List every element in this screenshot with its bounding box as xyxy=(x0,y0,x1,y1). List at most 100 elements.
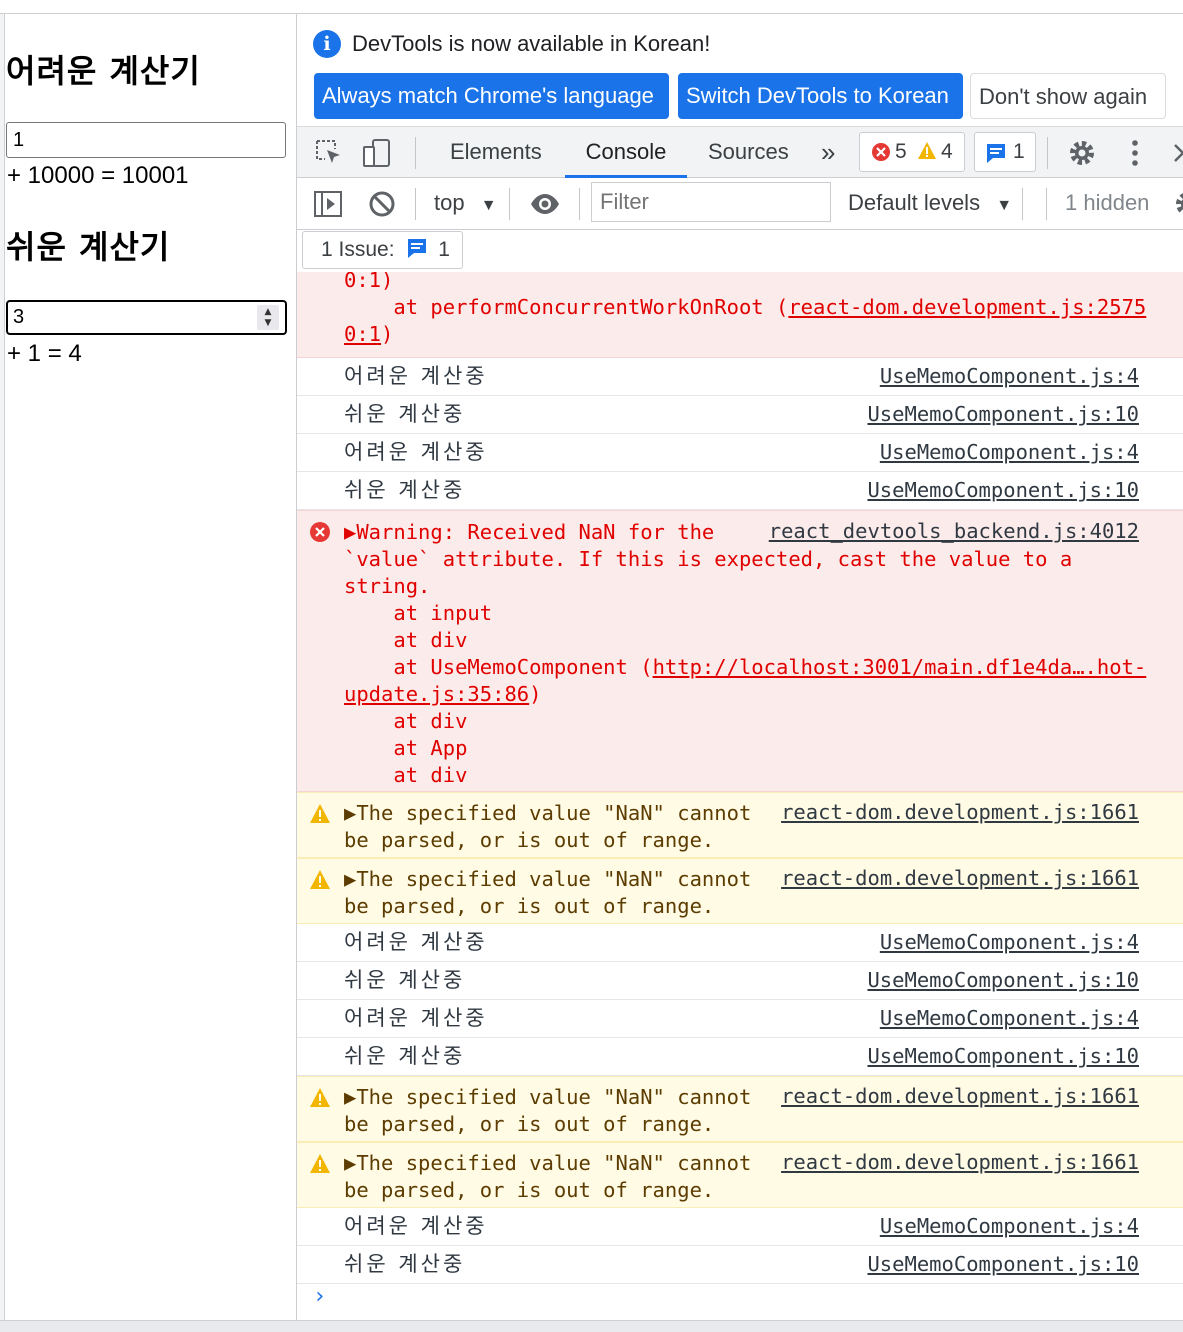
context-selector[interactable]: top ▼ xyxy=(434,178,497,231)
console-warning-row[interactable]: ▶The specified value "NaN" cannot be par… xyxy=(297,792,1183,858)
warning-message: ▶The specified value "NaN" cannot be par… xyxy=(344,1085,752,1136)
sidebar-toggle-icon[interactable] xyxy=(312,188,344,220)
source-link[interactable]: react-dom.development.js:1661 xyxy=(781,866,1139,890)
tab-elements[interactable]: Elements xyxy=(450,127,542,178)
devtools-panel: i DevTools is now available in Korean! A… xyxy=(296,14,1183,1320)
source-link[interactable]: UseMemoComponent.js:10 xyxy=(867,402,1139,426)
stack-frame-text: at performConcurrentWorkOnRoot (react-do… xyxy=(344,294,1146,348)
hidden-messages-count: 1 hidden xyxy=(1065,190,1150,215)
issues-button[interactable]: 1 Issue: 1 xyxy=(302,231,463,269)
source-link[interactable]: UseMemoComponent.js:4 xyxy=(880,1006,1139,1030)
source-link[interactable]: UseMemoComponent.js:4 xyxy=(880,930,1139,954)
console-messages: 0:1) at performConcurrentWorkOnRoot (rea… xyxy=(297,272,1183,1320)
console-log-row: 어려운 계산중 UseMemoComponent.js:4 xyxy=(297,434,1183,472)
console-settings-gear-icon[interactable] xyxy=(1172,188,1183,220)
log-message: 어려운 계산중 xyxy=(344,364,488,388)
warning-icon xyxy=(310,1154,330,1173)
issues-count: 1 xyxy=(438,238,450,261)
console-filter-input[interactable] xyxy=(591,182,831,222)
error-message: ▶Warning: Received NaN for the `value` a… xyxy=(344,519,1146,789)
console-log-row: 쉬운 계산중 UseMemoComponent.js:10 xyxy=(297,1038,1183,1076)
toolbar-divider xyxy=(415,137,416,169)
warning-message: ▶The specified value "NaN" cannot be par… xyxy=(344,801,752,852)
clear-console-icon[interactable] xyxy=(366,188,398,220)
hard-result-text: + 10000 = 10001 xyxy=(7,162,189,189)
source-link[interactable]: UseMemoComponent.js:10 xyxy=(867,1252,1139,1276)
console-filterbar: top ▼ Default levels ▼ 1 hidden xyxy=(297,178,1183,230)
console-log-row: 어려운 계산중 UseMemoComponent.js:4 xyxy=(297,1208,1183,1246)
toolbar-divider xyxy=(1046,188,1047,220)
source-link[interactable]: react-dom.development.js:1661 xyxy=(781,1084,1139,1108)
toolbar-divider xyxy=(509,188,510,220)
console-log-row: 어려운 계산중 UseMemoComponent.js:4 xyxy=(297,924,1183,962)
toolbar-divider xyxy=(1022,188,1023,220)
toolbar-divider xyxy=(1047,137,1048,169)
log-message: 쉬운 계산중 xyxy=(344,1044,466,1068)
log-levels-label: Default levels xyxy=(848,190,981,215)
error-count: 5 xyxy=(895,140,907,163)
source-link[interactable]: react_devtools_backend.js:4012 xyxy=(758,519,1139,543)
settings-gear-icon[interactable] xyxy=(1066,137,1098,169)
dropdown-arrow-icon: ▼ xyxy=(996,197,1013,214)
console-prompt-icon[interactable]: › xyxy=(313,1284,326,1309)
source-link[interactable]: UseMemoComponent.js:4 xyxy=(880,440,1139,464)
source-link[interactable]: UseMemoComponent.js:10 xyxy=(867,968,1139,992)
warning-message: ▶The specified value "NaN" cannot be par… xyxy=(344,867,752,918)
console-log-row: 어려운 계산중 UseMemoComponent.js:4 xyxy=(297,1000,1183,1038)
context-label: top xyxy=(434,190,465,215)
language-infobar: i DevTools is now available in Korean! A… xyxy=(297,14,1183,126)
console-warning-row[interactable]: ▶The specified value "NaN" cannot be par… xyxy=(297,1142,1183,1208)
messages-counter[interactable]: 1 xyxy=(974,132,1036,172)
message-icon xyxy=(987,144,1005,163)
stack-text-prev: 0:1) xyxy=(344,272,394,292)
log-levels-dropdown[interactable]: Default levels ▼ xyxy=(848,178,1012,231)
close-devtools-icon[interactable] xyxy=(1167,137,1183,169)
source-link[interactable]: react-dom.development.js:1661 xyxy=(781,1150,1139,1174)
error-icon xyxy=(310,522,330,542)
window-left-edge xyxy=(0,14,5,1320)
easy-number-input[interactable] xyxy=(6,300,287,335)
console-log-row: 쉬운 계산중 UseMemoComponent.js:10 xyxy=(297,1246,1183,1284)
tab-sources[interactable]: Sources xyxy=(708,127,789,178)
hard-number-input[interactable] xyxy=(6,122,286,158)
toolbar-divider xyxy=(415,188,416,220)
always-match-language-button[interactable]: Always match Chrome's language xyxy=(314,73,669,119)
error-icon xyxy=(872,143,890,161)
inspect-element-icon[interactable] xyxy=(313,137,345,169)
warning-count: 4 xyxy=(941,140,953,163)
live-expression-eye-icon[interactable] xyxy=(529,188,561,220)
log-message: 쉬운 계산중 xyxy=(344,402,466,426)
stack-frame-suffix: ) xyxy=(381,322,394,346)
source-link[interactable]: react-dom.development.js:1661 xyxy=(781,800,1139,824)
easy-result-text: + 1 = 4 xyxy=(7,340,82,367)
info-icon: i xyxy=(313,30,341,58)
warning-icon xyxy=(310,804,330,823)
dont-show-again-button[interactable]: Don't show again xyxy=(970,73,1166,119)
log-message: 쉬운 계산중 xyxy=(344,968,466,992)
console-warning-row[interactable]: ▶The specified value "NaN" cannot be par… xyxy=(297,1076,1183,1142)
number-spinner[interactable]: ▲ ▼ xyxy=(257,305,279,330)
issue-message-icon xyxy=(408,239,427,258)
more-options-icon[interactable] xyxy=(1119,137,1151,169)
switch-to-korean-button[interactable]: Switch DevTools to Korean xyxy=(678,73,963,119)
hard-calculator-title: 어려운 계산기 xyxy=(6,52,201,90)
browser-top-edge xyxy=(0,0,1183,14)
window-bottom-edge xyxy=(0,1320,1183,1332)
source-link[interactable]: UseMemoComponent.js:4 xyxy=(880,1214,1139,1238)
warning-message: ▶The specified value "NaN" cannot be par… xyxy=(344,1151,752,1202)
spin-down-icon[interactable]: ▼ xyxy=(265,318,272,329)
console-error-row[interactable]: ▶Warning: Received NaN for the `value` a… xyxy=(297,510,1183,792)
more-tabs-icon[interactable]: » xyxy=(821,127,835,178)
error-warning-counter[interactable]: 5 4 xyxy=(859,132,965,172)
spin-up-icon[interactable]: ▲ xyxy=(265,307,272,318)
log-message: 어려운 계산중 xyxy=(344,930,488,954)
console-warning-row[interactable]: ▶The specified value "NaN" cannot be par… xyxy=(297,858,1183,924)
issues-label: 1 Issue: xyxy=(321,238,395,261)
tab-console[interactable]: Console xyxy=(565,127,687,178)
infobar-message: DevTools is now available in Korean! xyxy=(352,31,711,56)
source-link[interactable]: UseMemoComponent.js:4 xyxy=(880,364,1139,388)
device-toolbar-icon[interactable] xyxy=(361,137,393,169)
source-link[interactable]: UseMemoComponent.js:10 xyxy=(867,478,1139,502)
source-link[interactable]: UseMemoComponent.js:10 xyxy=(867,1044,1139,1068)
log-message: 어려운 계산중 xyxy=(344,440,488,464)
